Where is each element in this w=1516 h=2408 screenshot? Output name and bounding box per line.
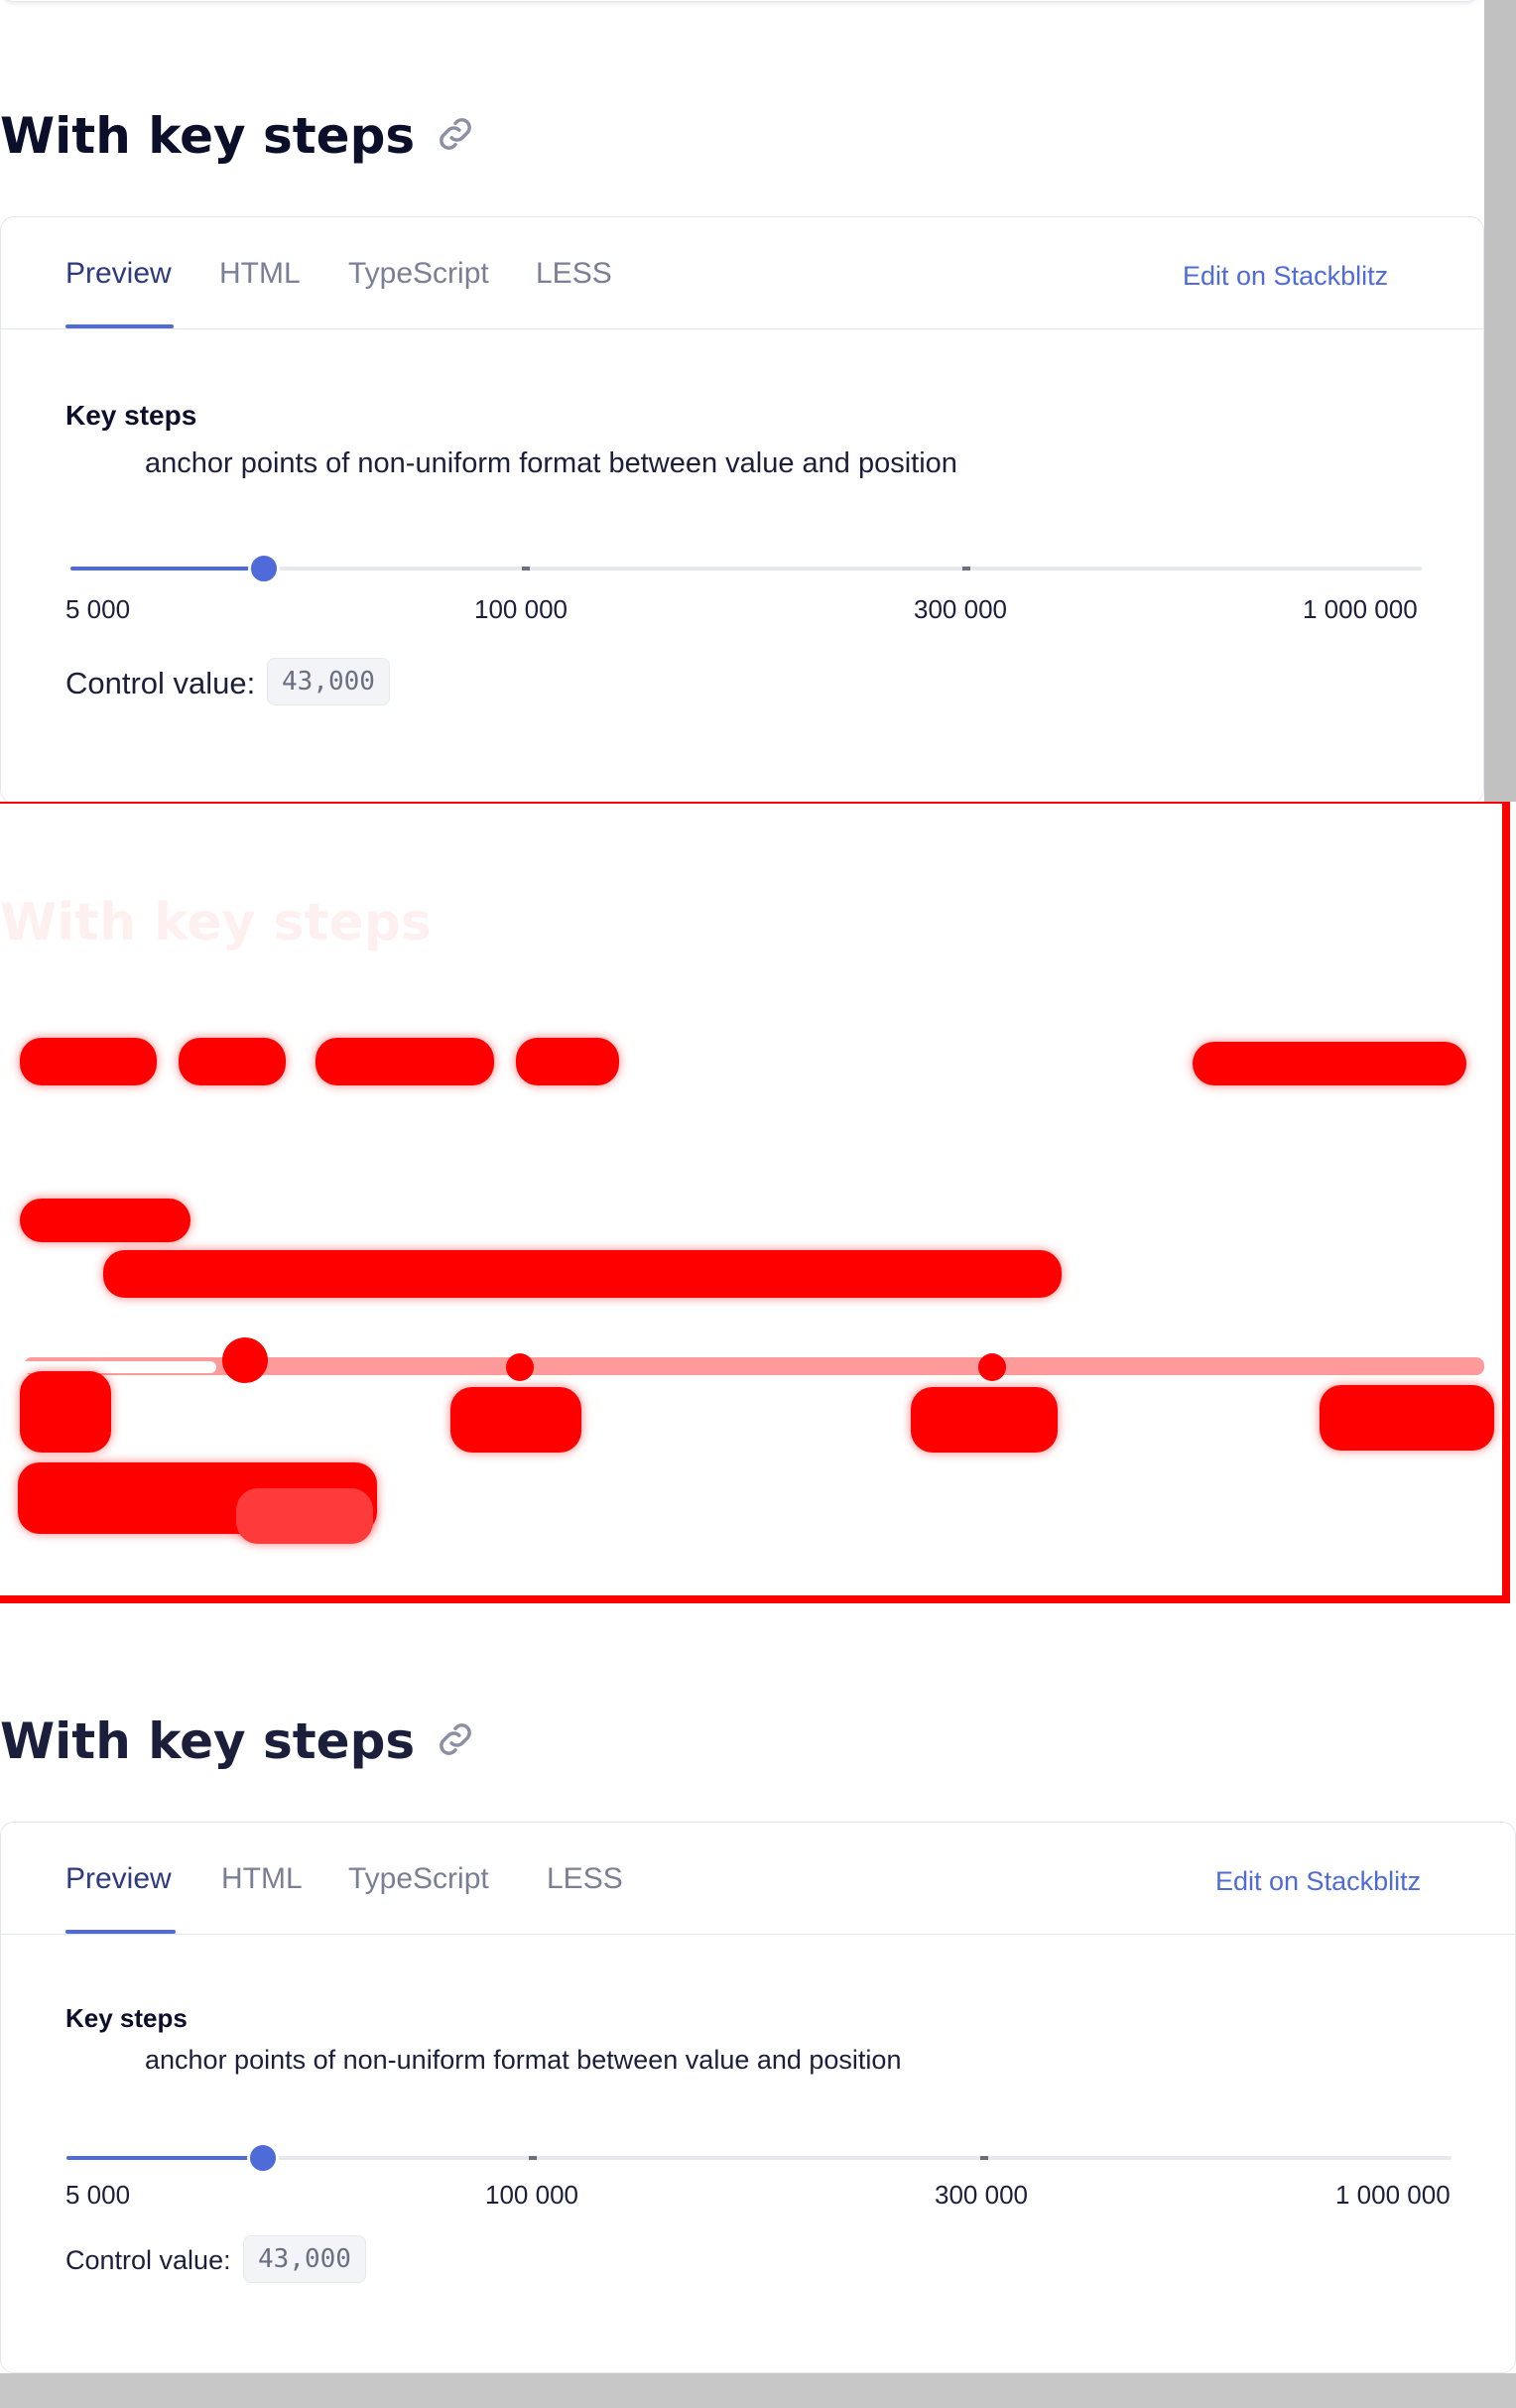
overlay-blob bbox=[103, 1250, 1062, 1298]
example-card: Preview HTML TypeScript LESS Edit on Sta… bbox=[0, 216, 1484, 804]
slider-fill bbox=[66, 2156, 263, 2160]
overlay-dot bbox=[978, 1353, 1006, 1381]
tick-label: 100 000 bbox=[474, 594, 568, 624]
overlay-dot bbox=[506, 1353, 534, 1381]
control-value-label: Control value: bbox=[65, 666, 256, 700]
edit-on-stackblitz-link[interactable]: Edit on Stackblitz bbox=[1215, 1866, 1421, 1897]
tab-bar: Preview HTML TypeScript LESS Edit on Sta… bbox=[1, 1823, 1515, 1935]
active-tab-indicator bbox=[65, 1930, 176, 1934]
tab-typescript[interactable]: TypeScript bbox=[348, 1862, 489, 1896]
tab-preview[interactable]: Preview bbox=[65, 257, 172, 291]
tick-label: 5 000 bbox=[65, 594, 131, 624]
tick-label: 5 000 bbox=[65, 2180, 131, 2210]
slider-tick bbox=[529, 2156, 537, 2160]
scrollbar-thumb[interactable] bbox=[1484, 0, 1516, 802]
link-icon[interactable] bbox=[433, 1716, 478, 1774]
overlay-blob bbox=[911, 1387, 1058, 1453]
slider-tick bbox=[962, 567, 970, 570]
slider-thumb[interactable] bbox=[248, 553, 280, 584]
overlay-blob bbox=[450, 1387, 581, 1453]
overlay-blob bbox=[236, 1488, 373, 1544]
edit-on-stackblitz-link[interactable]: Edit on Stackblitz bbox=[1183, 261, 1388, 292]
overlay-ghost-title: With key steps bbox=[0, 893, 432, 952]
slider-tick bbox=[522, 567, 530, 570]
horizontal-scrollbar[interactable] bbox=[0, 2373, 1516, 2408]
overlay-blob bbox=[1320, 1385, 1494, 1451]
tab-html[interactable]: HTML bbox=[221, 1862, 303, 1896]
tick-label: 300 000 bbox=[914, 594, 1007, 624]
tab-less[interactable]: LESS bbox=[536, 257, 612, 291]
tick-label: 300 000 bbox=[935, 2180, 1028, 2210]
example-card: Preview HTML TypeScript LESS Edit on Sta… bbox=[0, 1822, 1516, 2373]
overlay-blob bbox=[20, 1199, 190, 1242]
overlay-blob bbox=[20, 1038, 157, 1085]
slider-tick bbox=[980, 2156, 988, 2160]
overlay-dot bbox=[222, 1337, 268, 1383]
description-text: anchor points of non-uniform format betw… bbox=[145, 2045, 902, 2075]
active-tab-indicator bbox=[65, 324, 174, 328]
tick-label: 100 000 bbox=[485, 2180, 578, 2210]
tab-preview[interactable]: Preview bbox=[65, 1862, 172, 1896]
section-title: With key steps bbox=[0, 1712, 478, 1774]
control-value-label: Control value: bbox=[65, 2245, 231, 2275]
control-value: 43,000 bbox=[243, 2235, 366, 2283]
link-icon[interactable] bbox=[433, 111, 478, 169]
slider-thumb[interactable] bbox=[247, 2142, 279, 2174]
section-title-text: With key steps bbox=[0, 1712, 416, 1770]
section-title: With key steps bbox=[0, 107, 478, 169]
tab-typescript[interactable]: TypeScript bbox=[348, 257, 489, 291]
overlay-blob bbox=[20, 1371, 111, 1453]
overlay-blob bbox=[516, 1038, 619, 1085]
tick-label: 1 000 000 bbox=[1335, 2180, 1451, 2210]
tab-html[interactable]: HTML bbox=[219, 257, 301, 291]
slider-fill bbox=[70, 567, 264, 570]
overlay-blob bbox=[1193, 1042, 1466, 1085]
control-value: 43,000 bbox=[267, 658, 390, 705]
overlay-blob bbox=[179, 1038, 286, 1085]
tick-label: 1 000 000 bbox=[1303, 594, 1418, 624]
overlay-blob bbox=[316, 1038, 494, 1085]
tab-less[interactable]: LESS bbox=[547, 1862, 623, 1896]
description-title: Key steps bbox=[65, 2003, 188, 2033]
tab-bar: Preview HTML TypeScript LESS Edit on Sta… bbox=[1, 217, 1483, 329]
description-title: Key steps bbox=[65, 400, 197, 431]
previous-card-edge bbox=[0, 0, 1480, 2]
description-text: anchor points of non-uniform format betw… bbox=[145, 447, 957, 479]
section-title-text: With key steps bbox=[0, 107, 416, 165]
